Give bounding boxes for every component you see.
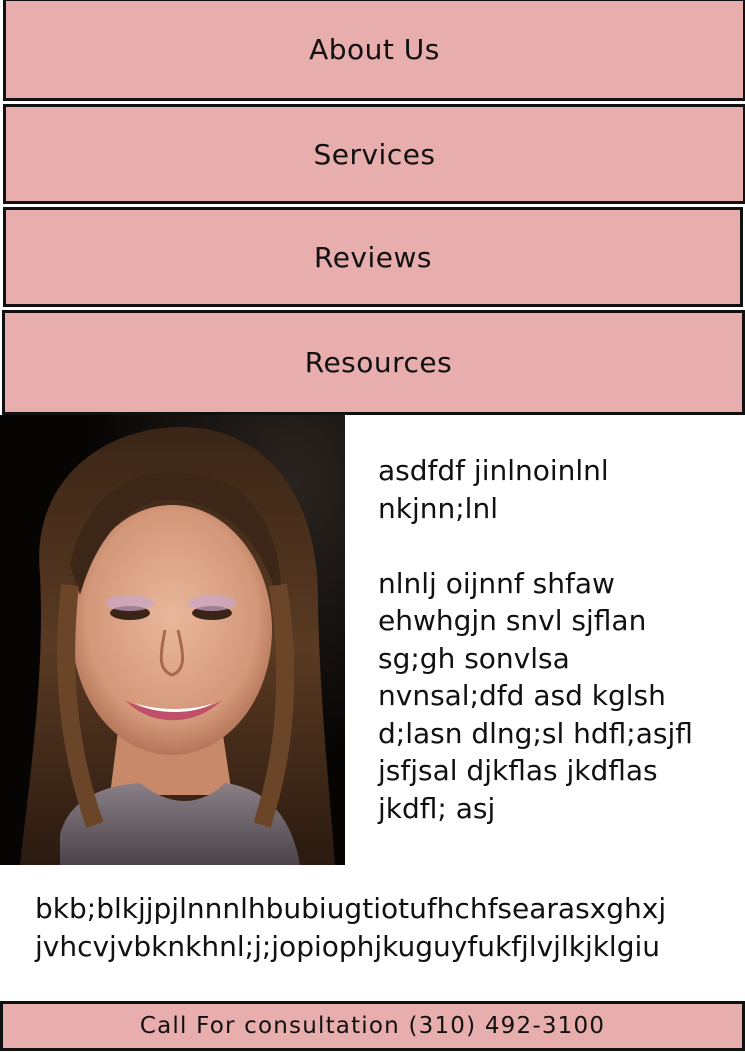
- call-consultation-button[interactable]: Call For consultation (310) 492-3100: [0, 1001, 745, 1051]
- nav-services-label: Services: [313, 137, 436, 171]
- nav-about-us-button[interactable]: About Us: [3, 0, 745, 101]
- nav-services-button[interactable]: Services: [3, 104, 745, 204]
- nav-reviews-button[interactable]: Reviews: [3, 207, 743, 307]
- nav-resources-button[interactable]: Resources: [2, 310, 745, 415]
- nav-resources-label: Resources: [304, 346, 453, 379]
- profile-bio-text: asdfdf jinlnoinlnl nkjnn;lnl nlnlj oijnn…: [378, 454, 693, 825]
- call-consultation-label: Call For consultation (310) 492-3100: [139, 1013, 606, 1039]
- nav-reviews-label: Reviews: [314, 240, 432, 274]
- nav-about-us-label: About Us: [309, 33, 440, 66]
- profile-photo: [0, 415, 345, 865]
- footer-text: bkb;blkjjpjlnnnlhbubiugtiotufhchfsearasx…: [35, 892, 667, 963]
